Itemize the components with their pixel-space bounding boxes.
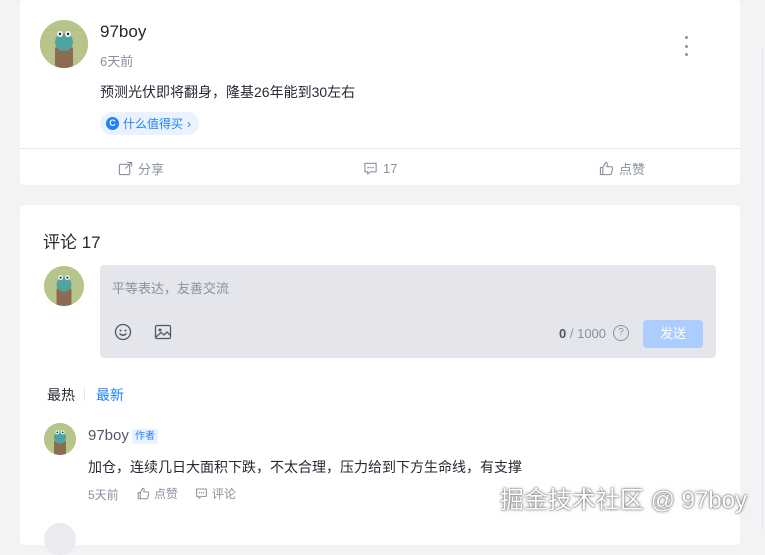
post-content: 预测光伏即将翻身，隆基26年能到30左右	[100, 84, 356, 100]
help-icon[interactable]: ?	[613, 325, 629, 341]
comment-like-label: 点赞	[154, 487, 179, 501]
comment-author[interactable]: 97boy	[88, 427, 129, 444]
image-icon[interactable]	[154, 323, 172, 341]
avatar[interactable]	[40, 20, 88, 68]
watermark: 掘金技术社区 @ 97boy	[499, 487, 747, 514]
comment-icon	[196, 488, 207, 499]
comment-icon	[364, 162, 377, 175]
topic-tag[interactable]: C 什么值得买 ›	[100, 112, 200, 135]
author-badge: 作者	[132, 429, 158, 444]
char-counter: 0 / 1000	[559, 326, 606, 341]
like-icon	[137, 487, 150, 500]
comment-placeholder: 平等表达，友善交流	[112, 281, 230, 296]
divider	[20, 148, 740, 149]
like-label: 点赞	[619, 161, 646, 177]
sort-new-tab[interactable]: 最新	[96, 385, 124, 405]
like-button[interactable]: 点赞	[599, 158, 645, 178]
author-name[interactable]: 97boy	[100, 22, 146, 42]
topic-icon: C	[106, 117, 119, 130]
post-card: 97boy 6天前 预测光伏即将翻身，隆基26年能到30左右 C 什么值得买 ›…	[20, 0, 740, 185]
comments-title: 评论 17	[43, 233, 101, 252]
chevron-right-icon: ›	[187, 116, 192, 131]
avatar[interactable]	[44, 423, 76, 455]
comment-count: 17	[383, 160, 398, 176]
comment-button[interactable]: 17	[363, 158, 397, 178]
emoji-icon[interactable]	[114, 323, 132, 341]
avatar	[44, 523, 76, 555]
sort-hot-tab[interactable]: 最热	[47, 385, 75, 405]
comment-reply-label: 评论	[212, 487, 237, 501]
topic-label: 什么值得买	[123, 117, 184, 131]
share-label: 分享	[138, 161, 165, 177]
post-time: 6天前	[100, 54, 134, 69]
avatar	[44, 266, 84, 306]
like-icon	[599, 161, 614, 175]
comment-like-button[interactable]: 点赞	[137, 485, 178, 502]
scroll-edge	[740, 0, 765, 530]
divider	[84, 387, 85, 401]
more-icon[interactable]	[678, 36, 694, 56]
comment-input[interactable]: 平等表达，友善交流 0 / 1000 ? 发送	[100, 265, 716, 358]
share-icon	[118, 161, 133, 175]
comment-text: 加仓，连续几日大面积下跌，不太合理，压力给到下方生命线，有支撑	[88, 459, 522, 475]
char-count-max: / 1000	[569, 326, 607, 341]
share-button[interactable]: 分享	[118, 158, 164, 178]
comment-reply-button[interactable]: 评论	[195, 485, 236, 502]
comment-time: 5天前	[88, 488, 119, 502]
char-count-current: 0	[559, 326, 567, 341]
send-button[interactable]: 发送	[643, 320, 703, 348]
